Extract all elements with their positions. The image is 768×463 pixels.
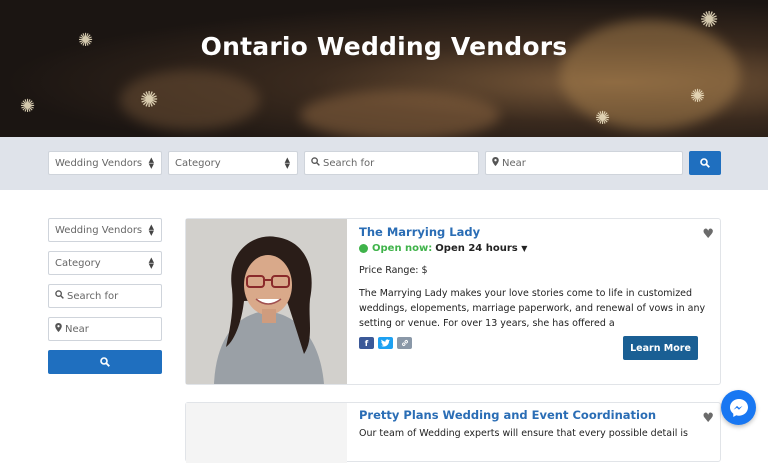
vendor-type-value: Wedding Vendors — [55, 224, 143, 236]
select-arrows-icon: ▲ ▼ — [148, 156, 154, 170]
sparkler-icon: ✺ — [20, 96, 36, 117]
price-range: Price Range: $ — [359, 265, 428, 276]
sparkler-icon: ✺ — [595, 108, 611, 129]
search-icon — [100, 357, 110, 367]
listing-card: Pretty Plans Wedding and Event Coordinat… — [185, 402, 721, 463]
search-button[interactable] — [689, 151, 721, 175]
search-icon — [700, 158, 710, 168]
location-pin-icon — [55, 323, 62, 335]
select-arrows-icon: ▲ ▼ — [284, 156, 290, 170]
search-bar: Wedding Vendors ▲ ▼ Category ▲ ▼ Search fo… — [0, 137, 768, 190]
sidebar-category-select[interactable]: Category ▲ ▼ — [48, 251, 162, 275]
select-arrows-icon: ▲ ▼ — [148, 223, 154, 237]
listing-description: The Marrying Lady makes your love storie… — [359, 288, 706, 329]
search-placeholder: Search for — [323, 157, 375, 169]
search-icon — [55, 290, 64, 302]
hours-dropdown[interactable]: Open 24 hours ▼ — [435, 243, 527, 254]
search-input[interactable]: Search for — [304, 151, 479, 175]
sparkler-icon: ✺ — [700, 8, 719, 33]
near-placeholder: Near — [65, 323, 89, 335]
learn-more-button[interactable]: Learn More — [623, 336, 698, 360]
category-select[interactable]: Category ▲ ▼ — [168, 151, 298, 175]
facebook-icon[interactable]: f — [359, 337, 374, 349]
vendor-type-value: Wedding Vendors — [55, 157, 143, 169]
category-value: Category — [55, 257, 101, 269]
vendor-type-select[interactable]: Wedding Vendors ▲ ▼ — [48, 151, 162, 175]
social-links: f — [359, 337, 412, 349]
sidebar-search-button[interactable] — [48, 350, 162, 374]
listing-description: Our team of Wedding experts will ensure … — [359, 428, 688, 439]
caret-down-icon: ▼ — [521, 244, 528, 253]
page-title: Ontario Wedding Vendors — [200, 32, 568, 61]
vendor-photo[interactable] — [186, 219, 347, 384]
twitter-icon[interactable] — [378, 337, 393, 349]
open-status: Open now: — [372, 243, 433, 254]
favorite-heart-icon[interactable]: ♥ — [702, 227, 714, 242]
search-icon — [311, 157, 320, 169]
category-value: Category — [175, 157, 221, 169]
location-pin-icon — [492, 157, 499, 169]
favorite-heart-icon[interactable]: ♥ — [702, 411, 714, 426]
open-status-icon — [359, 244, 368, 253]
near-input[interactable]: Near — [485, 151, 683, 175]
messenger-icon — [729, 398, 748, 417]
sidebar-near-input[interactable]: Near — [48, 317, 162, 341]
listing-title[interactable]: The Marrying Lady — [359, 225, 480, 239]
messenger-chat-button[interactable] — [721, 390, 756, 425]
search-placeholder: Search for — [67, 290, 119, 302]
hours-text: Open 24 hours — [435, 243, 518, 254]
sparkler-icon: ✺ — [140, 88, 159, 113]
listing-card: The Marrying Lady ♥ Open now: Open 24 ho… — [185, 218, 721, 385]
listing-title[interactable]: Pretty Plans Wedding and Event Coordinat… — [359, 408, 656, 422]
sidebar-search-input[interactable]: Search for — [48, 284, 162, 308]
hero-banner: ✺ ✺ ✺ ✺ ✺ ✺ Ontario Wedding Vendors — [0, 0, 768, 137]
link-icon[interactable] — [397, 337, 412, 349]
near-placeholder: Near — [502, 157, 526, 169]
sidebar-vendor-type-select[interactable]: Wedding Vendors ▲ ▼ — [48, 218, 162, 242]
opening-hours: Open now: Open 24 hours ▼ — [359, 243, 527, 254]
vendor-portrait-image — [186, 219, 347, 384]
select-arrows-icon: ▲ ▼ — [148, 256, 154, 270]
sparkler-icon: ✺ — [690, 86, 706, 107]
vendor-photo[interactable] — [186, 403, 347, 463]
hero-bokeh — [300, 90, 500, 137]
